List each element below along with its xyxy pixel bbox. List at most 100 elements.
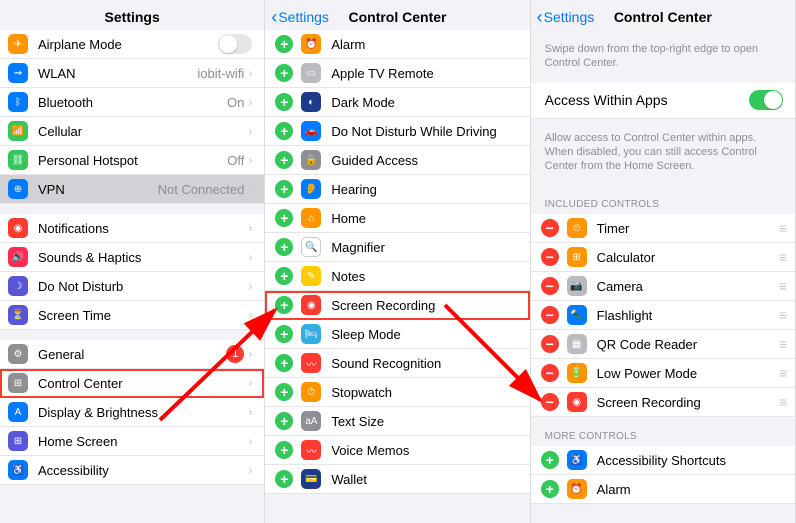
settings-row-home-screen[interactable]: ⊞Home Screen› <box>0 427 264 456</box>
add-button[interactable]: + <box>275 35 293 53</box>
toggle[interactable] <box>218 34 252 54</box>
settings-row-vpn[interactable]: ⊕VPNNot Connected› <box>0 175 264 204</box>
add-button[interactable]: + <box>275 383 293 401</box>
add-button[interactable]: + <box>275 412 293 430</box>
add-button[interactable]: + <box>275 267 293 285</box>
settings-row-notifications[interactable]: ◉Notifications› <box>0 214 264 243</box>
row-label: Control Center <box>38 376 248 391</box>
add-row-apple-tv-remote[interactable]: +▭Apple TV Remote <box>265 59 529 88</box>
settings-row-bluetooth[interactable]: ᛒBluetoothOn› <box>0 88 264 117</box>
included-row-qr-code-reader[interactable]: −▦QR Code Reader≡ <box>531 330 795 359</box>
header: ‹ Settings Control Center <box>531 0 795 30</box>
row-label: Magnifier <box>331 240 519 255</box>
drag-handle-icon[interactable]: ≡ <box>779 307 785 323</box>
alarm-icon: ⏰ <box>567 479 587 499</box>
add-button[interactable]: + <box>275 64 293 82</box>
remove-button[interactable]: − <box>541 364 559 382</box>
add-button[interactable]: + <box>275 180 293 198</box>
add-row-home[interactable]: +⌂Home <box>265 204 529 233</box>
remove-button[interactable]: − <box>541 277 559 295</box>
settings-row-wlan[interactable]: ⇝WLANiobit-wifi› <box>0 59 264 88</box>
access-toggle[interactable] <box>749 90 783 110</box>
add-row-sound-recognition[interactable]: +〰Sound Recognition <box>265 349 529 378</box>
row-label: Timer <box>597 221 779 236</box>
included-row-camera[interactable]: −📷Camera≡ <box>531 272 795 301</box>
row-label: Home Screen <box>38 434 248 449</box>
settings-row-accessibility[interactable]: ♿Accessibility› <box>0 456 264 485</box>
add-button[interactable]: + <box>275 238 293 256</box>
settings-row-sounds-haptics[interactable]: 🔊Sounds & Haptics› <box>0 243 264 272</box>
settings-row-display-brightness[interactable]: ADisplay & Brightness› <box>0 398 264 427</box>
drag-handle-icon[interactable]: ≡ <box>779 365 785 381</box>
add-button[interactable]: + <box>541 480 559 498</box>
row-label: Bluetooth <box>38 95 227 110</box>
add-row-dark-mode[interactable]: +◐Dark Mode <box>265 88 529 117</box>
add-row-hearing[interactable]: +👂Hearing <box>265 175 529 204</box>
back-button[interactable]: ‹ Settings <box>271 7 329 28</box>
settings-row-general[interactable]: ⚙General1› <box>0 340 264 369</box>
add-row-stopwatch[interactable]: +⏱Stopwatch <box>265 378 529 407</box>
magnifier-icon: 🔍 <box>301 237 321 257</box>
access-within-apps-row[interactable]: Access Within Apps <box>531 83 795 119</box>
add-row-screen-recording[interactable]: +◉Screen Recording <box>265 291 529 320</box>
drag-handle-icon[interactable]: ≡ <box>779 249 785 265</box>
remove-button[interactable]: − <box>541 393 559 411</box>
add-button[interactable]: + <box>275 470 293 488</box>
remove-button[interactable]: − <box>541 219 559 237</box>
add-row-guided-access[interactable]: +🔒Guided Access <box>265 146 529 175</box>
drag-handle-icon[interactable]: ≡ <box>779 394 785 410</box>
add-row-voice-memos[interactable]: +〰Voice Memos <box>265 436 529 465</box>
add-button[interactable]: + <box>275 122 293 140</box>
drag-handle-icon[interactable]: ≡ <box>779 220 785 236</box>
add-button[interactable]: + <box>275 441 293 459</box>
settings-row-do-not-disturb[interactable]: ☽Do Not Disturb› <box>0 272 264 301</box>
notifications-icon: ◉ <box>8 218 28 238</box>
included-row-calculator[interactable]: −⊞Calculator≡ <box>531 243 795 272</box>
remove-button[interactable]: − <box>541 335 559 353</box>
drag-handle-icon[interactable]: ≡ <box>779 336 785 352</box>
add-button[interactable]: + <box>275 325 293 343</box>
do-not-disturb-while-driving-icon: 🚗 <box>301 121 321 141</box>
home-screen-icon: ⊞ <box>8 431 28 451</box>
back-button[interactable]: ‹ Settings <box>537 7 595 28</box>
add-row-do-not-disturb-while-driving[interactable]: +🚗Do Not Disturb While Driving <box>265 117 529 146</box>
chevron-right-icon: › <box>248 463 252 477</box>
add-button[interactable]: + <box>275 151 293 169</box>
add-row-alarm[interactable]: +⏰Alarm <box>265 30 529 59</box>
settings-row-cellular[interactable]: 📶Cellular› <box>0 117 264 146</box>
add-row-magnifier[interactable]: + 🔍 Magnifier <box>265 233 529 262</box>
flashlight-icon: 🔦 <box>567 305 587 325</box>
remove-button[interactable]: − <box>541 306 559 324</box>
sleep-mode-icon: 🛏 <box>301 324 321 344</box>
add-row-wallet[interactable]: +💳Wallet <box>265 465 529 494</box>
add-button[interactable]: + <box>275 354 293 372</box>
row-label: Screen Recording <box>331 298 519 313</box>
chevron-right-icon: › <box>248 308 252 322</box>
chevron-right-icon: › <box>248 124 252 138</box>
settings-row-personal-hotspot[interactable]: ⛓Personal HotspotOff› <box>0 146 264 175</box>
included-row-flashlight[interactable]: −🔦Flashlight≡ <box>531 301 795 330</box>
more-row-accessibility-shortcuts[interactable]: +♿Accessibility Shortcuts <box>531 446 795 475</box>
general-icon: ⚙ <box>8 344 28 364</box>
remove-button[interactable]: − <box>541 248 559 266</box>
add-row-notes[interactable]: +✎Notes <box>265 262 529 291</box>
settings-row-control-center[interactable]: ⊞Control Center› <box>0 369 264 398</box>
more-row-alarm[interactable]: +⏰Alarm <box>531 475 795 504</box>
cellular-icon: 📶 <box>8 121 28 141</box>
screen-recording-icon: ◉ <box>567 392 587 412</box>
add-row-text-size[interactable]: +aAText Size <box>265 407 529 436</box>
top-description: Swipe down from the top-right edge to op… <box>531 30 795 83</box>
row-label: Notes <box>331 269 519 284</box>
add-button[interactable]: + <box>275 93 293 111</box>
add-row-sleep-mode[interactable]: +🛏Sleep Mode <box>265 320 529 349</box>
add-button[interactable]: + <box>541 451 559 469</box>
row-label: Display & Brightness <box>38 405 248 420</box>
add-button[interactable]: + <box>275 296 293 314</box>
drag-handle-icon[interactable]: ≡ <box>779 278 785 294</box>
add-button[interactable]: + <box>275 209 293 227</box>
included-row-screen-recording[interactable]: −◉Screen Recording≡ <box>531 388 795 417</box>
included-row-timer[interactable]: −⏲Timer≡ <box>531 214 795 243</box>
settings-row-airplane-mode[interactable]: ✈Airplane Mode <box>0 30 264 59</box>
settings-row-screen-time[interactable]: ⏳Screen Time› <box>0 301 264 330</box>
included-row-low-power-mode[interactable]: −🔋Low Power Mode≡ <box>531 359 795 388</box>
